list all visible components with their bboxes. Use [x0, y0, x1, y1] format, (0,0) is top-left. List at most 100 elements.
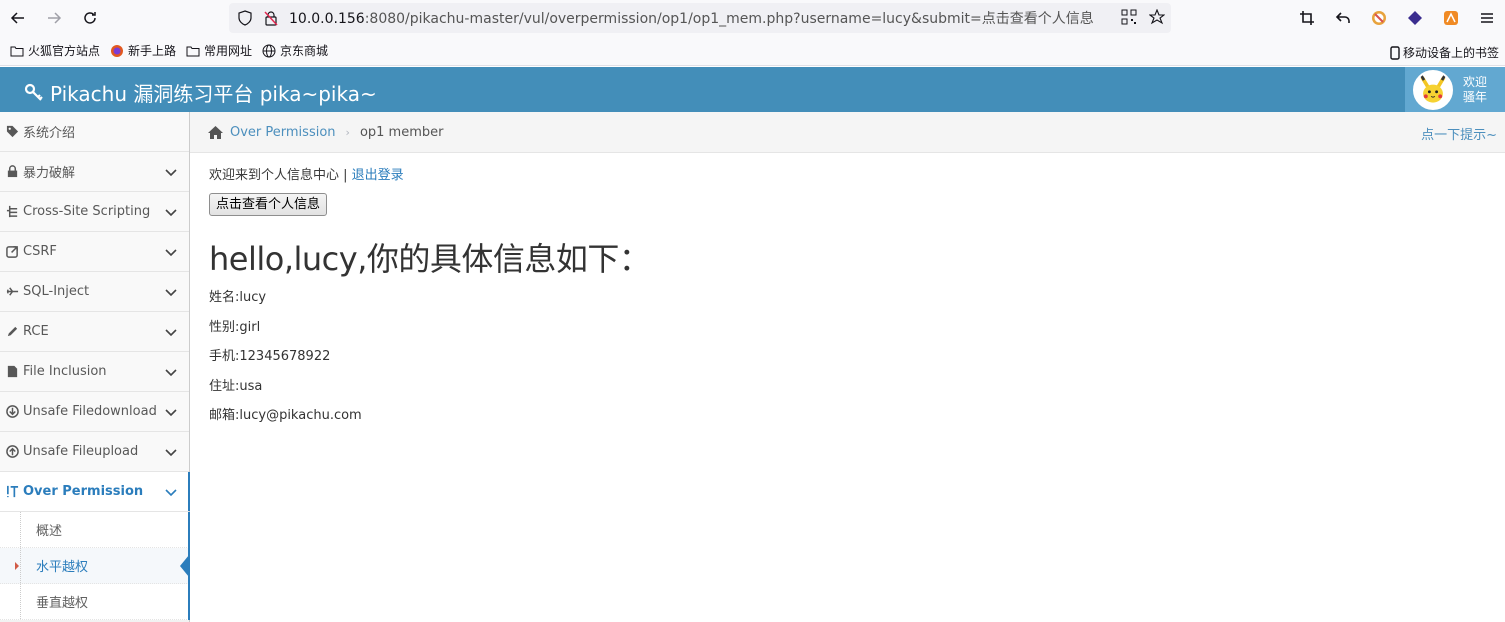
share-icon: [6, 245, 20, 259]
sidebar-item-filedownload[interactable]: Unsafe Filedownload: [0, 392, 189, 432]
welcome-line: 欢迎来到个人信息中心 | 退出登录: [209, 164, 1489, 183]
submenu-item-label: 概述: [36, 524, 63, 539]
avatar: [1413, 69, 1453, 110]
menu-button[interactable]: [1469, 0, 1505, 36]
breadcrumb-link[interactable]: Over Permission: [230, 125, 336, 140]
sidebar-item-label: CSRF: [23, 244, 57, 259]
undo-extension[interactable]: [1325, 0, 1361, 36]
sidebar-item-csrf[interactable]: CSRF: [0, 232, 189, 272]
app-header: Pikachu 漏洞练习平台 pika~pika~ 欢迎 骚年: [0, 67, 1505, 112]
info-gender: 性别:girl: [209, 319, 261, 335]
sidebar-item-fileupload[interactable]: Unsafe Fileupload: [0, 432, 189, 472]
bookmark-star-icon[interactable]: [1149, 9, 1165, 25]
forward-arrow-icon: [48, 12, 62, 24]
browser-toolbar: 10.0.0.156:8080/pikachu-master/vul/overp…: [0, 0, 1505, 36]
tags-icon: [6, 125, 20, 139]
url-text[interactable]: 10.0.0.156:8080/pikachu-master/vul/overp…: [289, 8, 1094, 28]
bookmark-item[interactable]: 新手上路: [110, 42, 176, 59]
back-button[interactable]: [0, 0, 36, 36]
sidebar-item-rce[interactable]: RCE: [0, 312, 189, 352]
chevron-down-icon: [165, 289, 177, 297]
submenu-item-horizontal[interactable]: 水平越权: [0, 548, 189, 584]
view-info-button[interactable]: 点击查看个人信息: [209, 193, 328, 216]
info-phone: 手机:12345678922: [209, 349, 331, 364]
active-arrow-icon: [180, 555, 189, 577]
user-greeting: 欢迎 骚年: [1463, 75, 1487, 105]
reload-button[interactable]: [72, 0, 108, 36]
globe-icon: [262, 44, 276, 57]
sidebar-item-label: 系统介绍: [23, 126, 76, 141]
home-icon[interactable]: [207, 125, 224, 140]
pikachu-avatar-icon: [1415, 71, 1451, 108]
shield-icon[interactable]: [237, 10, 253, 26]
fox-icon: [1444, 11, 1458, 25]
hint-link[interactable]: 点一下提示~: [1421, 124, 1497, 143]
submenu-item-vertical[interactable]: 垂直越权: [0, 584, 189, 620]
user-menu[interactable]: 欢迎 骚年: [1405, 67, 1505, 112]
block-extension[interactable]: [1361, 0, 1397, 36]
breadcrumb-separator-icon: ›: [345, 125, 350, 139]
page-title: hello,lucy,你的具体信息如下：: [209, 240, 651, 278]
submenu-item-label: 垂直越权: [36, 596, 89, 611]
sidebar-item-bruteforce[interactable]: 暴力破解: [0, 152, 189, 192]
bookmarks-bar: 火狐官方站点 新手上路 常用网址 京东商城 移动设备上的书签: [0, 36, 1505, 66]
sidebar-item-label: Unsafe Fileupload: [23, 444, 139, 459]
sidebar-item-sqli[interactable]: SQL-Inject: [0, 272, 189, 312]
reload-icon: [84, 12, 96, 24]
logout-link[interactable]: 退出登录: [352, 168, 404, 183]
upload-icon: [6, 445, 20, 459]
info-name: 姓名:lucy: [209, 290, 267, 305]
url-host: 10.0.0.156: [289, 11, 365, 27]
diamond-extension[interactable]: [1397, 0, 1433, 36]
breadcrumb-current: op1 member: [359, 124, 444, 140]
chevron-down-icon: [165, 249, 177, 257]
submenu-item-label: 水平越权: [36, 560, 89, 575]
diamond-icon: [1408, 11, 1422, 25]
user-greeting-line1: 欢迎: [1463, 74, 1488, 89]
chevron-down-icon: [165, 369, 177, 377]
sidebar-item-label: Unsafe Filedownload: [23, 404, 157, 419]
welcome-text: 欢迎来到个人信息中心 |: [209, 168, 352, 183]
crop-icon: [1300, 11, 1314, 25]
info-address: 住址:usa: [209, 378, 263, 394]
qr-code-icon[interactable]: [1121, 9, 1137, 25]
bookmark-label: 常用网址: [204, 44, 253, 58]
list-icon: [6, 205, 20, 219]
submenu-item-overview[interactable]: 概述: [0, 512, 189, 548]
file-icon: [6, 365, 20, 379]
sidebar-item-xss[interactable]: Cross-Site Scripting: [0, 192, 189, 232]
lock-icon: [6, 165, 20, 179]
insecure-lock-icon[interactable]: [263, 10, 279, 26]
caret-right-icon: [15, 562, 19, 570]
app-title-text: Pikachu 漏洞练习平台 pika~pika~: [50, 82, 377, 106]
bookmark-label: 新手上路: [128, 44, 177, 58]
user-greeting-line2: 骚年: [1463, 89, 1488, 104]
text-height-icon: [6, 485, 20, 499]
undo-icon: [1335, 12, 1350, 23]
bookmark-label: 火狐官方站点: [28, 44, 101, 58]
url-bar[interactable]: 10.0.0.156:8080/pikachu-master/vul/overp…: [229, 3, 1171, 33]
block-icon: [1372, 11, 1386, 25]
url-path: :8080/pikachu-master/vul/overpermission/…: [364, 11, 1094, 27]
info-email: 邮箱:lucy@pikachu.com: [209, 408, 362, 423]
mobile-device-icon: [1390, 45, 1400, 60]
mobile-bookmarks[interactable]: 移动设备上的书签: [1390, 44, 1499, 61]
bookmark-item[interactable]: 常用网址: [186, 42, 252, 59]
sidebar-item-label: 暴力破解: [23, 166, 76, 181]
bookmark-item[interactable]: 火狐官方站点: [10, 42, 100, 59]
bookmark-item[interactable]: 京东商城: [262, 42, 328, 59]
pencil-icon: [6, 325, 20, 339]
sidebar-item-intro[interactable]: 系统介绍: [0, 112, 189, 152]
chevron-down-icon: [165, 489, 177, 497]
sidebar-item-over-permission[interactable]: Over Permission: [0, 472, 190, 512]
app-title[interactable]: Pikachu 漏洞练习平台 pika~pika~: [24, 78, 377, 107]
folder-icon: [10, 46, 24, 56]
sidebar-item-file-inclusion[interactable]: File Inclusion: [0, 352, 189, 392]
chevron-down-icon: [165, 449, 177, 457]
crop-extension[interactable]: [1289, 0, 1325, 36]
download-icon: [6, 405, 20, 419]
chevron-down-icon: [165, 409, 177, 417]
forward-button[interactable]: [36, 0, 72, 36]
fox-extension[interactable]: [1433, 0, 1469, 36]
hamburger-menu-icon: [1481, 13, 1493, 23]
